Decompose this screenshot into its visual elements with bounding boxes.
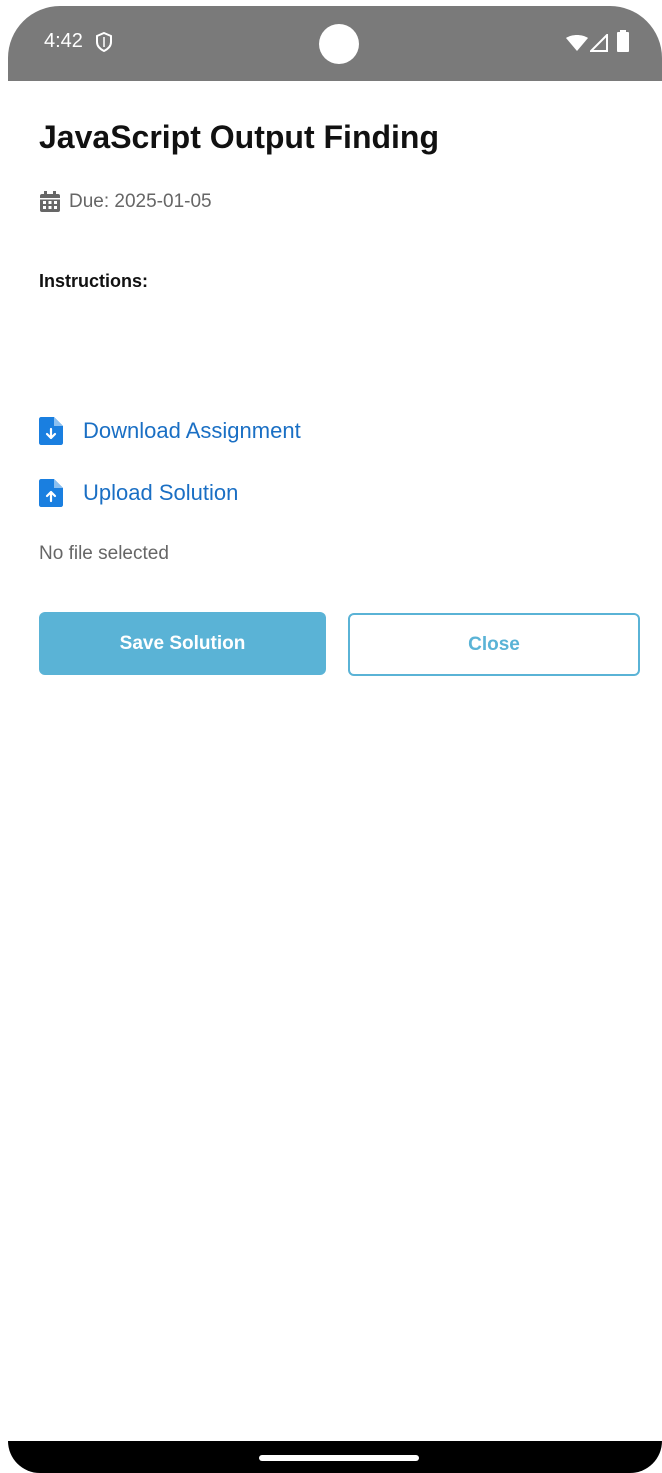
shield-icon	[96, 32, 112, 52]
wifi-icon	[566, 35, 588, 51]
signal-icon	[590, 34, 608, 52]
page-title: JavaScript Output Finding	[39, 119, 440, 155]
download-assignment-link[interactable]: Download Assignment	[39, 417, 301, 445]
file-upload-icon	[39, 479, 63, 507]
download-assignment-label: Download Assignment	[83, 418, 301, 443]
due-date-row: Due: 2025-01-05	[39, 191, 212, 213]
save-solution-button[interactable]: Save Solution	[39, 612, 326, 675]
upload-solution-label: Upload Solution	[83, 480, 239, 505]
phone-screen: 4:42 JavaScript Output Finding Due: 2025…	[0, 0, 662, 1473]
status-time: 4:42	[44, 30, 83, 52]
due-date: Due: 2025-01-05	[69, 191, 212, 212]
calendar-icon	[40, 191, 60, 212]
home-indicator[interactable]	[259, 1455, 419, 1461]
upload-solution-link[interactable]: Upload Solution	[39, 479, 238, 507]
file-status-text: No file selected	[39, 543, 169, 564]
close-button[interactable]: Close	[348, 613, 640, 676]
background	[0, 0, 662, 1473]
instructions-label: Instructions:	[39, 271, 149, 291]
camera-cutout	[319, 24, 359, 64]
battery-icon	[617, 30, 629, 52]
file-download-icon	[39, 417, 63, 445]
